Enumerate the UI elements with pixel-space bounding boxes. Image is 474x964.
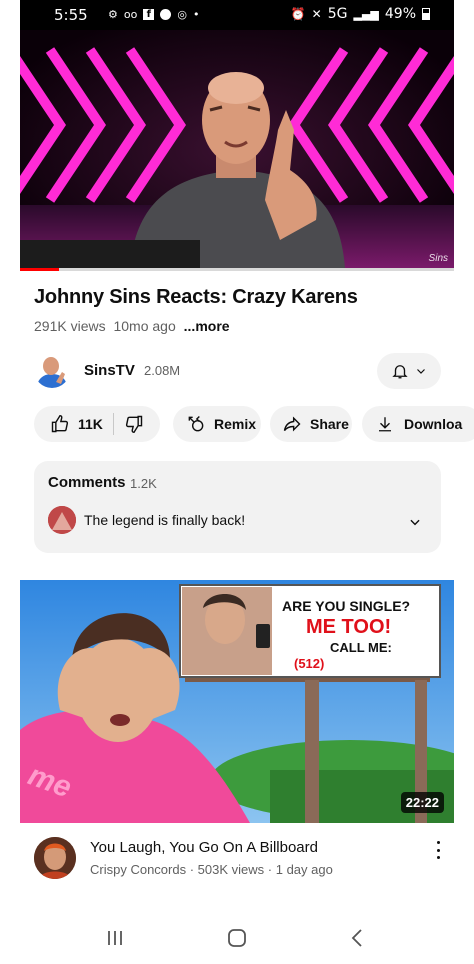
comments-card[interactable]: Comments 1.2K The legend is finally back… bbox=[34, 461, 441, 553]
signal-icon: ▂▄▆ bbox=[353, 7, 379, 21]
channel-avatar[interactable] bbox=[34, 352, 70, 388]
recents-button[interactable] bbox=[100, 926, 130, 950]
next-video-channel[interactable]: Crispy Concords bbox=[90, 862, 186, 877]
expand-comments-icon[interactable] bbox=[408, 515, 422, 529]
status-time: 5:55 bbox=[54, 6, 88, 24]
meta-separator: · bbox=[189, 862, 198, 877]
status-bar: 5:55 ⚙ oo f ◎ • ⏰ ✕ 5G ▂▄▆ 49% bbox=[20, 0, 454, 30]
meta-separator-2: · bbox=[267, 862, 276, 877]
remix-label: Remix bbox=[214, 416, 257, 432]
battery-icon bbox=[422, 8, 430, 20]
facebook-icon: f bbox=[143, 9, 155, 20]
share-button[interactable]: Share bbox=[270, 406, 352, 442]
billboard-line-4: (512) bbox=[294, 656, 325, 671]
download-label: Downloa bbox=[404, 416, 463, 432]
like-button[interactable]: 11K bbox=[50, 414, 103, 434]
top-comment-text: The legend is finally back! bbox=[84, 512, 246, 528]
progress-fill bbox=[20, 268, 60, 271]
commenter-avatar bbox=[48, 506, 76, 534]
thumbs-down-icon bbox=[125, 415, 143, 434]
channel-name[interactable]: SinsTV bbox=[84, 362, 135, 379]
like-dislike-group: 11K bbox=[34, 406, 160, 442]
bell-icon bbox=[392, 365, 408, 379]
chevron-down-icon bbox=[417, 369, 425, 374]
view-count: 291K views bbox=[34, 318, 106, 334]
video-meta[interactable]: 291K views 10mo ago ...more bbox=[34, 318, 230, 334]
notification-bell-button[interactable] bbox=[377, 353, 441, 389]
home-icon bbox=[228, 929, 246, 947]
share-icon bbox=[283, 416, 301, 432]
next-video-views: 503K views bbox=[197, 862, 265, 877]
next-video-meta: Crispy Concords · 503K views · 1 day ago bbox=[90, 862, 333, 877]
subscriber-count: 2.08M bbox=[144, 363, 181, 378]
video-player[interactable]: Sins bbox=[20, 30, 454, 268]
comments-label: Comments bbox=[48, 474, 126, 491]
dislike-button[interactable] bbox=[124, 414, 144, 434]
app-icon bbox=[160, 9, 172, 20]
home-button[interactable] bbox=[222, 926, 252, 950]
video-title[interactable]: Johnny Sins Reacts: Crazy Karens bbox=[34, 286, 358, 309]
mute-icon: ✕ bbox=[311, 7, 322, 21]
video-age: 10mo ago bbox=[113, 318, 176, 334]
back-icon bbox=[351, 929, 362, 947]
next-video-channel-avatar[interactable] bbox=[34, 837, 76, 879]
like-count: 11K bbox=[78, 416, 103, 432]
billboard-line-3: CALL ME: bbox=[330, 640, 392, 655]
billboard-line-2: ME TOO! bbox=[306, 616, 392, 638]
video-duration: 22:22 bbox=[400, 792, 444, 813]
download-icon bbox=[379, 417, 391, 432]
settings-icon: ⚙ bbox=[108, 8, 118, 21]
notification-icons: ⚙ oo f ◎ • bbox=[108, 8, 199, 21]
billboard-line-1: ARE YOU SINGLE? bbox=[282, 598, 411, 614]
next-video-title[interactable]: You Laugh, You Go On A Billboard bbox=[90, 839, 318, 856]
voicemail-icon: oo bbox=[123, 8, 138, 21]
alarm-icon: ⏰ bbox=[290, 7, 306, 21]
more-link[interactable]: ...more bbox=[184, 318, 230, 334]
share-label: Share bbox=[310, 416, 349, 432]
download-button[interactable]: Downloa bbox=[362, 406, 474, 442]
next-video-age: 1 day ago bbox=[275, 862, 333, 877]
comments-count: 1.2K bbox=[130, 476, 157, 491]
thumbs-up-icon bbox=[51, 414, 69, 433]
system-nav-bar bbox=[20, 910, 454, 964]
dot-icon: • bbox=[192, 8, 200, 21]
more-options-icon[interactable] bbox=[428, 839, 448, 861]
system-icons: ⏰ ✕ 5G ▂▄▆ 49% bbox=[291, 6, 430, 22]
battery-label: 49% bbox=[384, 6, 416, 22]
watermark-text: Sins bbox=[428, 253, 448, 264]
next-video-thumbnail[interactable]: ARE YOU SINGLE? ME TOO! CALL ME: (512) m… bbox=[20, 580, 454, 823]
video-progress[interactable] bbox=[20, 268, 454, 271]
like-divider bbox=[112, 413, 114, 435]
back-button[interactable] bbox=[342, 926, 372, 950]
recents-icon bbox=[108, 931, 122, 945]
network-label: 5G bbox=[327, 6, 348, 22]
video-frame bbox=[20, 30, 454, 268]
remix-icon bbox=[188, 415, 204, 432]
remix-button[interactable]: Remix bbox=[173, 406, 261, 442]
sync-icon: ◎ bbox=[177, 8, 187, 21]
